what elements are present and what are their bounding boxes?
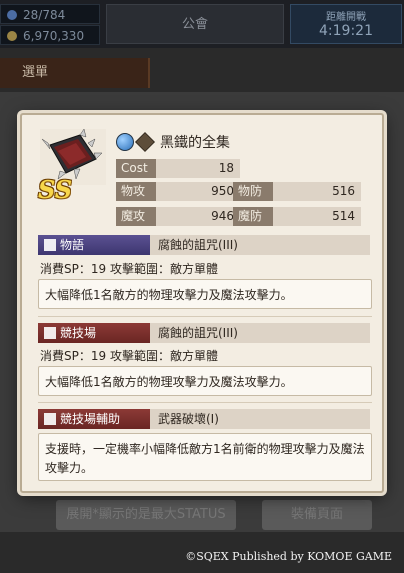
- arena-label-text: 競技場: [60, 326, 97, 340]
- arena-support-description: 支援時，一定機率小幅降低敵方1名前衛的物理攻擊力及魔法攻擊力。: [38, 433, 372, 481]
- arena-support-label: 競技場輔助: [38, 409, 150, 429]
- menu-tab-label: 選單: [22, 65, 49, 80]
- arena-skill-header: 競技場 腐蝕的詛咒(III): [38, 323, 370, 343]
- water-orb-icon: [116, 133, 134, 151]
- battle-timer[interactable]: 距離開戰 4:19:21: [290, 4, 402, 44]
- expand-label: 展開*顯示的是最大STATUS: [66, 507, 226, 522]
- rank-badge: SS: [38, 175, 73, 204]
- atk-value: 950: [156, 182, 240, 201]
- mdef-label: 魔防: [233, 207, 273, 226]
- coin-icon: [7, 31, 17, 41]
- cost-value: 18: [156, 159, 240, 178]
- arena-support-skill-name: 武器破壞(I): [150, 409, 370, 429]
- weapon-type-icon: [135, 132, 155, 152]
- copyright-text: ©SQEX Published by KOMOE GAME: [185, 550, 392, 563]
- cost-stat: Cost 18: [116, 159, 240, 178]
- equipment-detail-popup[interactable]: SS 黑鐵的全集 Cost 18 物攻 950 物防 516 魔攻 946 魔防…: [20, 113, 384, 493]
- matk-stat: 魔攻 946: [116, 207, 240, 226]
- equipment-page-button[interactable]: 裝備頁面: [262, 500, 372, 530]
- def-label: 物防: [233, 182, 273, 201]
- atk-label: 物攻: [116, 182, 156, 201]
- atk-stat: 物攻 950: [116, 182, 240, 201]
- matk-label: 魔攻: [116, 207, 156, 226]
- gem-icon: [7, 10, 17, 20]
- def-value: 516: [273, 182, 361, 201]
- arena-support-header: 競技場輔助 武器破壞(I): [38, 409, 370, 429]
- arena-skill-description: 大幅降低1名敵方的物理攻擊力及魔法攻擊力。: [38, 366, 372, 396]
- gem-counter: 28/784: [0, 4, 100, 24]
- gem-count: 28/784: [23, 8, 66, 22]
- cost-label: Cost: [116, 159, 156, 178]
- story-label-text: 物語: [60, 238, 85, 252]
- arena-skill-meta: 消費SP：19 攻擊範圍：敵方單體: [40, 349, 218, 363]
- expand-button[interactable]: 展開*顯示的是最大STATUS: [56, 500, 236, 530]
- crossed-swords-icon: [44, 327, 56, 339]
- timer-value: 4:19:21: [319, 23, 373, 39]
- mdef-value: 514: [273, 207, 361, 226]
- story-skill-meta: 消費SP：19 攻擊範圍：敵方單體: [40, 262, 218, 276]
- equipment-name: 黑鐵的全集: [160, 135, 230, 151]
- def-stat: 物防 516: [233, 182, 361, 201]
- guild-button[interactable]: 公會: [106, 4, 284, 44]
- crossed-swords-icon: [44, 413, 56, 425]
- arena-skill-name: 腐蝕的詛咒(III): [150, 323, 370, 343]
- coin-count: 6,970,330: [23, 29, 85, 43]
- story-skill-header: 物語 腐蝕的詛咒(III): [38, 235, 370, 255]
- book-icon: [44, 239, 56, 251]
- mdef-stat: 魔防 514: [233, 207, 361, 226]
- story-skill-description: 大幅降低1名敵方的物理攻擊力及魔法攻擊力。: [38, 279, 372, 309]
- story-skill-name: 腐蝕的詛咒(III): [150, 235, 370, 255]
- section-divider: [38, 316, 372, 317]
- menu-tab[interactable]: 選單: [0, 58, 150, 88]
- matk-value: 946: [156, 207, 240, 226]
- story-label: 物語: [38, 235, 150, 255]
- coin-counter: 6,970,330: [0, 25, 100, 45]
- arena-label: 競技場: [38, 323, 150, 343]
- timer-label: 距離開戰: [326, 12, 366, 23]
- arena-support-label-text: 競技場輔助: [60, 412, 121, 426]
- equipment-page-label: 裝備頁面: [290, 507, 343, 522]
- equipment-name-row: 黑鐵的全集: [116, 131, 230, 153]
- guild-label: 公會: [181, 17, 208, 32]
- section-divider: [38, 402, 372, 403]
